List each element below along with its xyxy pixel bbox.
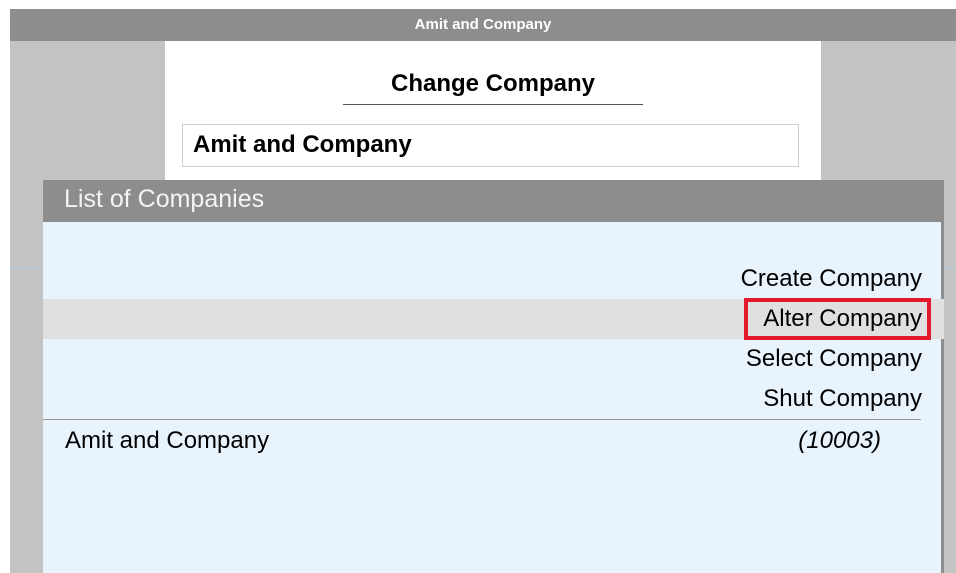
change-company-title: Change Company (343, 67, 643, 105)
list-of-companies-panel: List of Companies Create Company Alter C… (43, 180, 944, 573)
window-title-bar: Amit and Company (10, 9, 956, 41)
company-name: Amit and Company (65, 427, 270, 454)
list-header: List of Companies (43, 180, 944, 222)
menu-item-alter-company[interactable]: Alter Company (43, 298, 944, 340)
menu-item-select-company[interactable]: Select Company (43, 339, 944, 379)
menu-item-create-company[interactable]: Create Company (43, 259, 944, 299)
window-title: Amit and Company (414, 16, 552, 33)
company-list-item[interactable]: Amit and Company (10003) (43, 421, 944, 461)
company-number: (10003) (798, 427, 881, 454)
menu-item-label: Create Company (740, 265, 922, 292)
company-name-field[interactable]: Amit and Company (182, 124, 799, 167)
menu-item-label: Alter Company (744, 298, 931, 340)
menu-item-shut-company[interactable]: Shut Company (43, 379, 944, 419)
menu-item-label: Select Company (745, 345, 922, 372)
change-company-panel: Change Company Amit and Company (165, 41, 821, 180)
menu-item-label: Shut Company (763, 385, 922, 412)
list-divider (43, 419, 921, 420)
